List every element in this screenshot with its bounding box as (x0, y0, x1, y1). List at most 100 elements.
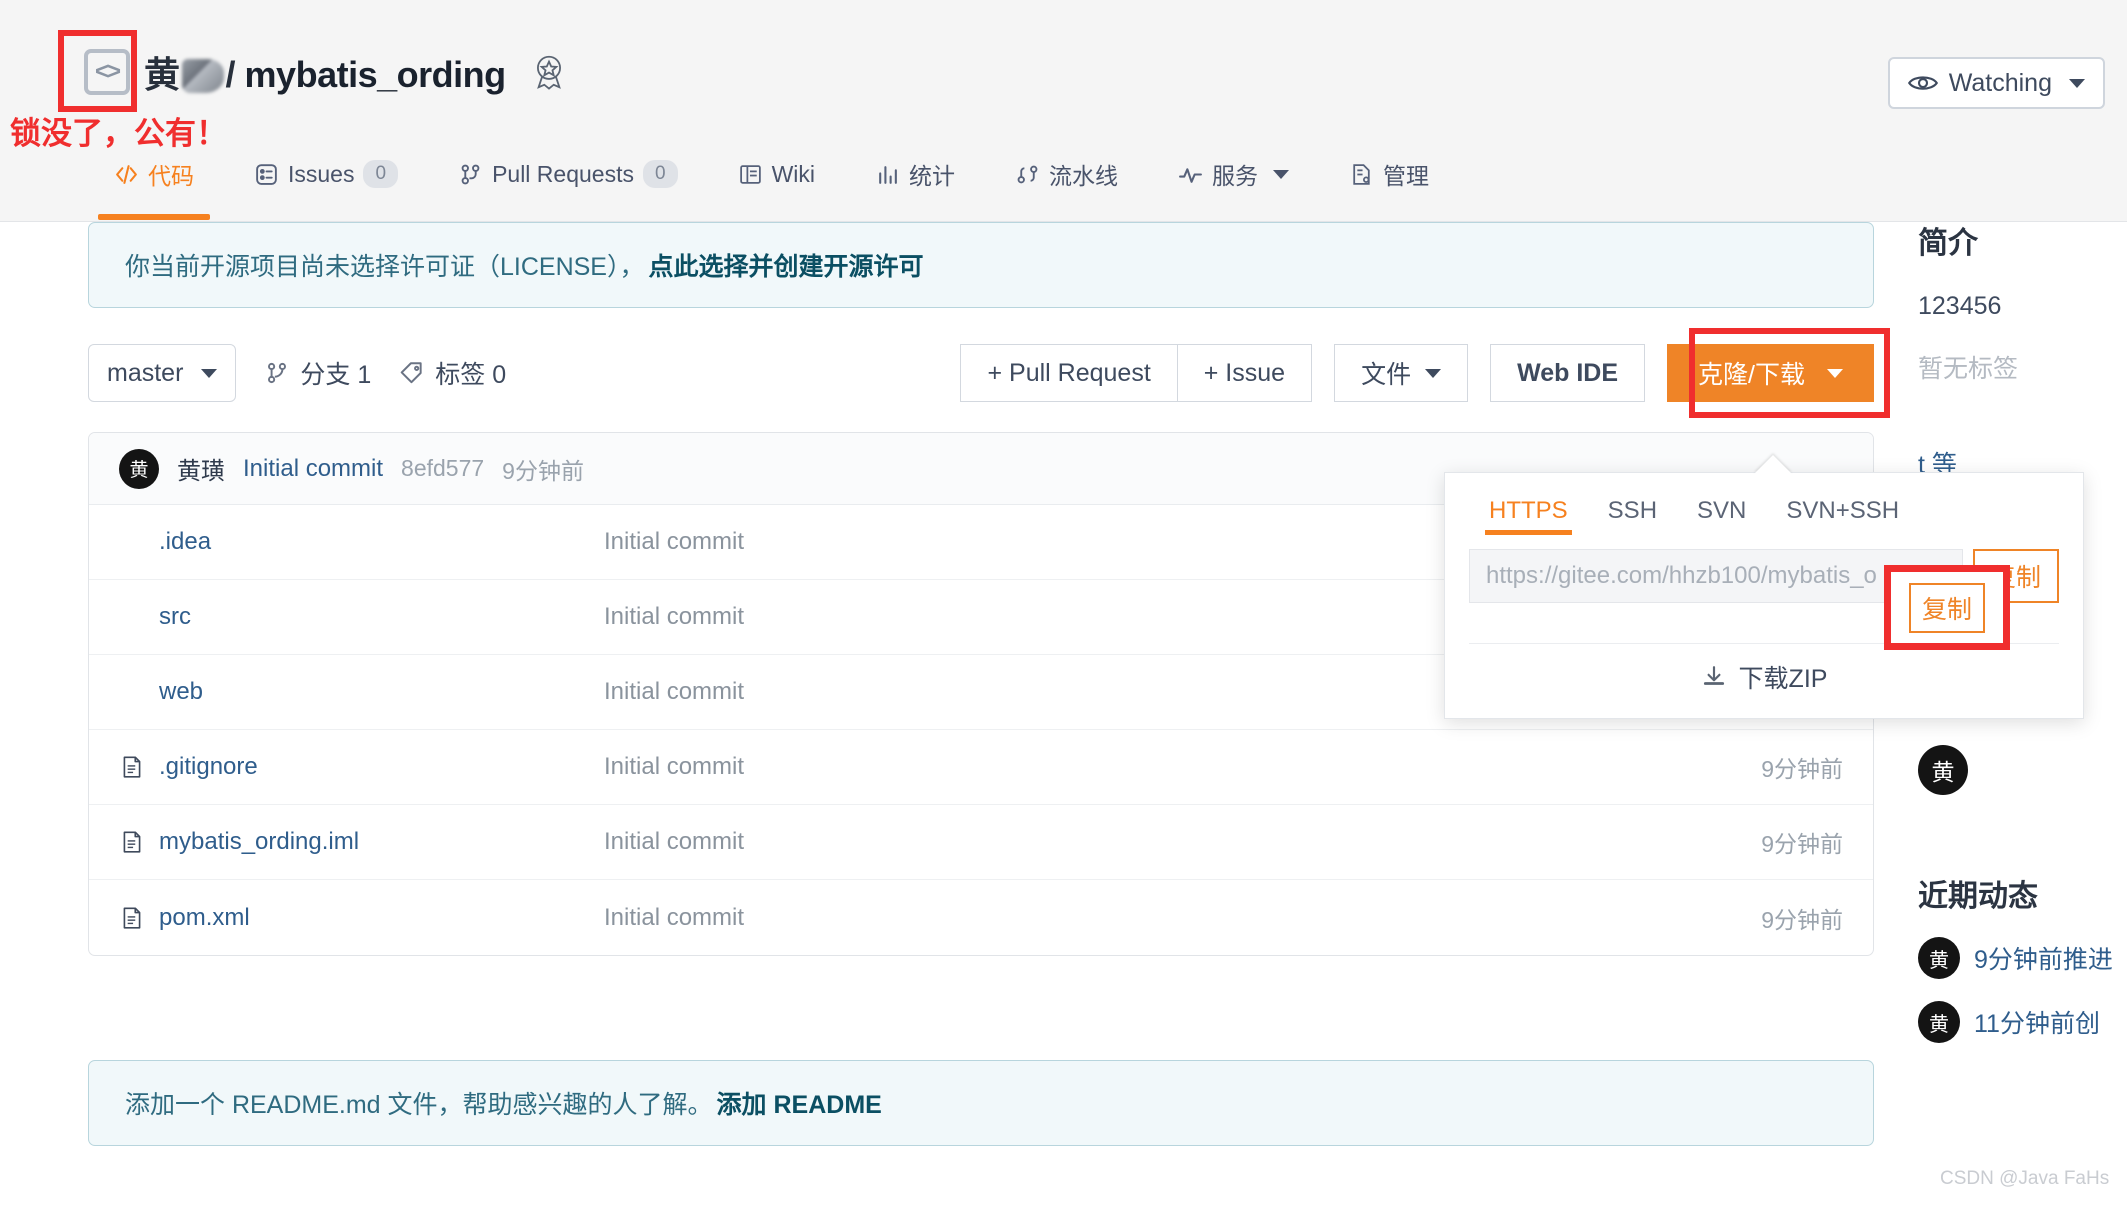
tab-label: Issues (288, 160, 355, 187)
tab-https[interactable]: HTTPS (1469, 491, 1588, 541)
title-separator: / (225, 54, 236, 95)
branches-label: 分支 1 (300, 361, 372, 389)
tab-pipeline[interactable]: 流水线 (985, 148, 1148, 200)
branch-meta-group: master 分支 1 标签 0 (88, 344, 506, 402)
download-zip-button[interactable]: 下载ZIP (1445, 659, 2083, 695)
code-icon (114, 162, 139, 187)
commit-message[interactable]: Initial commit (243, 455, 383, 483)
file-name-cell[interactable]: .gitignore (119, 753, 604, 781)
tab-wiki[interactable]: Wiki (708, 148, 845, 200)
tab-label: 流水线 (1049, 163, 1118, 189)
eye-icon (1907, 73, 1938, 93)
repo-name[interactable]: mybatis_ording (245, 54, 507, 95)
readme-notice: 添加一个 README.md 文件，帮助感兴趣的人了解。 添加 README (88, 1060, 1874, 1146)
chevron-down-icon (1827, 368, 1843, 378)
repo-nav-tabs: 代码 Issues 0 Pull Requests 0 Wiki 统计 流水线 … (84, 148, 1459, 222)
file-name-cell[interactable]: mybatis_ording.iml (119, 828, 604, 856)
activity-text: 9分钟前推进 (1974, 946, 2113, 974)
pipeline-icon (1015, 162, 1040, 187)
tab-svn-ssh[interactable]: SVN+SSH (1766, 491, 1919, 541)
chevron-down-icon (201, 368, 218, 378)
tab-issues[interactable]: Issues 0 (224, 148, 428, 200)
page-title: 黄 / mybatis_ording (144, 46, 506, 98)
commit-time: 9分钟前 (502, 457, 584, 484)
tab-label: 代码 (148, 163, 194, 189)
tab-services[interactable]: 服务 (1148, 148, 1319, 200)
intro-title: 简介 (1918, 227, 1978, 260)
list-item[interactable]: 黄 9分钟前推进 (1918, 937, 2127, 979)
file-commit-message: Initial commit (604, 828, 745, 855)
tags-label: 标签 0 (435, 361, 507, 389)
branch-selector[interactable]: master (88, 344, 237, 402)
clone-panel-arrow (1754, 455, 1792, 474)
watching-button[interactable]: Watching (1887, 57, 2105, 109)
file-name: mybatis_ording.iml (159, 828, 360, 855)
repo-toolbar: master 分支 1 标签 0 + Pull Request + Issue … (88, 328, 1890, 418)
file-name-cell[interactable]: src (119, 603, 604, 631)
annotation-box-visibility (58, 30, 137, 112)
file-commit-time: 9分钟前 (1761, 906, 1843, 933)
annotation-note-visibility: 锁没了，公有！ (10, 116, 227, 151)
branches-count[interactable]: 分支 1 (264, 355, 371, 391)
file-icon (119, 829, 145, 855)
watermark: CSDN @Java FaHs (1940, 1168, 2110, 1189)
clone-protocol-tabs: HTTPS SSH SVN SVN+SSH (1445, 473, 2083, 541)
clone-download-button[interactable]: 克隆/下载 (1667, 328, 1890, 418)
clone-label: 克隆/下载 (1698, 361, 1805, 389)
file-name-cell[interactable]: .idea (119, 528, 604, 556)
tab-label: 管理 (1383, 163, 1429, 189)
tab-ssh[interactable]: SSH (1588, 491, 1677, 541)
issues-count: 0 (363, 160, 399, 188)
readme-notice-link[interactable]: 添加 README (717, 1085, 882, 1121)
files-label: 文件 (1361, 361, 1412, 389)
intro-text: 123456 (1918, 292, 2002, 320)
file-icon (119, 754, 145, 780)
avatar[interactable]: 黄 (119, 448, 159, 489)
files-dropdown-button[interactable]: 文件 (1334, 344, 1469, 402)
table-row[interactable]: .gitignore Initial commit 9分钟前 (89, 730, 1873, 805)
table-row[interactable]: mybatis_ording.iml Initial commit 9分钟前 (89, 805, 1873, 880)
license-notice-link[interactable]: 点此选择并创建开源许可 (648, 247, 923, 283)
license-notice: 你当前开源项目尚未选择许可证（LICENSE）， 点此选择并创建开源许可 (88, 222, 1874, 308)
download-zip-label: 下载ZIP (1738, 665, 1828, 693)
commit-author[interactable]: 黄璜 (177, 451, 225, 486)
tab-manage[interactable]: 管理 (1319, 148, 1459, 200)
new-issue-button[interactable]: + Issue (1176, 344, 1313, 402)
list-item[interactable]: 黄 11分钟前创 (1918, 1001, 2127, 1043)
new-pull-request-button[interactable]: + Pull Request (960, 344, 1178, 402)
tab-label: Wiki (771, 160, 815, 187)
pull-requests-count: 0 (642, 160, 678, 188)
repo-owner[interactable]: 黄 (144, 54, 180, 95)
file-name: web (159, 678, 204, 705)
tab-label: 统计 (909, 163, 955, 189)
annotation-box-copy: 复制 (1884, 565, 2010, 650)
repo-title-row: <> 黄 / mybatis_ording (84, 46, 566, 98)
tags-count[interactable]: 标签 0 (399, 355, 506, 391)
copy-button-highlighted[interactable]: 复制 (1908, 582, 1985, 633)
file-name-cell[interactable]: pom.xml (119, 904, 604, 932)
file-name-cell[interactable]: web (119, 678, 604, 706)
folder-icon (119, 679, 145, 705)
branch-name: master (107, 358, 184, 387)
file-name: src (159, 603, 191, 630)
tab-svn[interactable]: SVN (1677, 491, 1766, 541)
tab-pull-requests[interactable]: Pull Requests 0 (428, 148, 708, 200)
readme-notice-wrapper: 添加一个 README.md 文件，帮助感兴趣的人了解。 添加 README (88, 1060, 1874, 1146)
book-icon (738, 162, 763, 187)
branch-icon (264, 360, 290, 386)
contributor-avatar[interactable]: 黄 (1918, 745, 1968, 795)
sidebar-item-code[interactable]: 代码 (84, 148, 224, 220)
file-commit-message: Initial commit (604, 903, 745, 931)
file-commit-message: Initial commit (604, 753, 745, 780)
web-ide-button[interactable]: Web IDE (1490, 344, 1646, 402)
commit-sha[interactable]: 8efd577 (401, 455, 484, 482)
award-badge-icon[interactable] (532, 54, 566, 90)
chevron-down-icon (2069, 78, 2085, 88)
file-name: .idea (159, 528, 212, 555)
file-commit-time: 9分钟前 (1761, 756, 1843, 782)
tab-statistics[interactable]: 统计 (845, 148, 985, 200)
file-commit-time: 9分钟前 (1761, 831, 1843, 857)
avatar: 黄 (1918, 937, 1960, 979)
table-row[interactable]: pom.xml Initial commit 9分钟前 (89, 880, 1873, 955)
tag-icon (399, 360, 425, 386)
